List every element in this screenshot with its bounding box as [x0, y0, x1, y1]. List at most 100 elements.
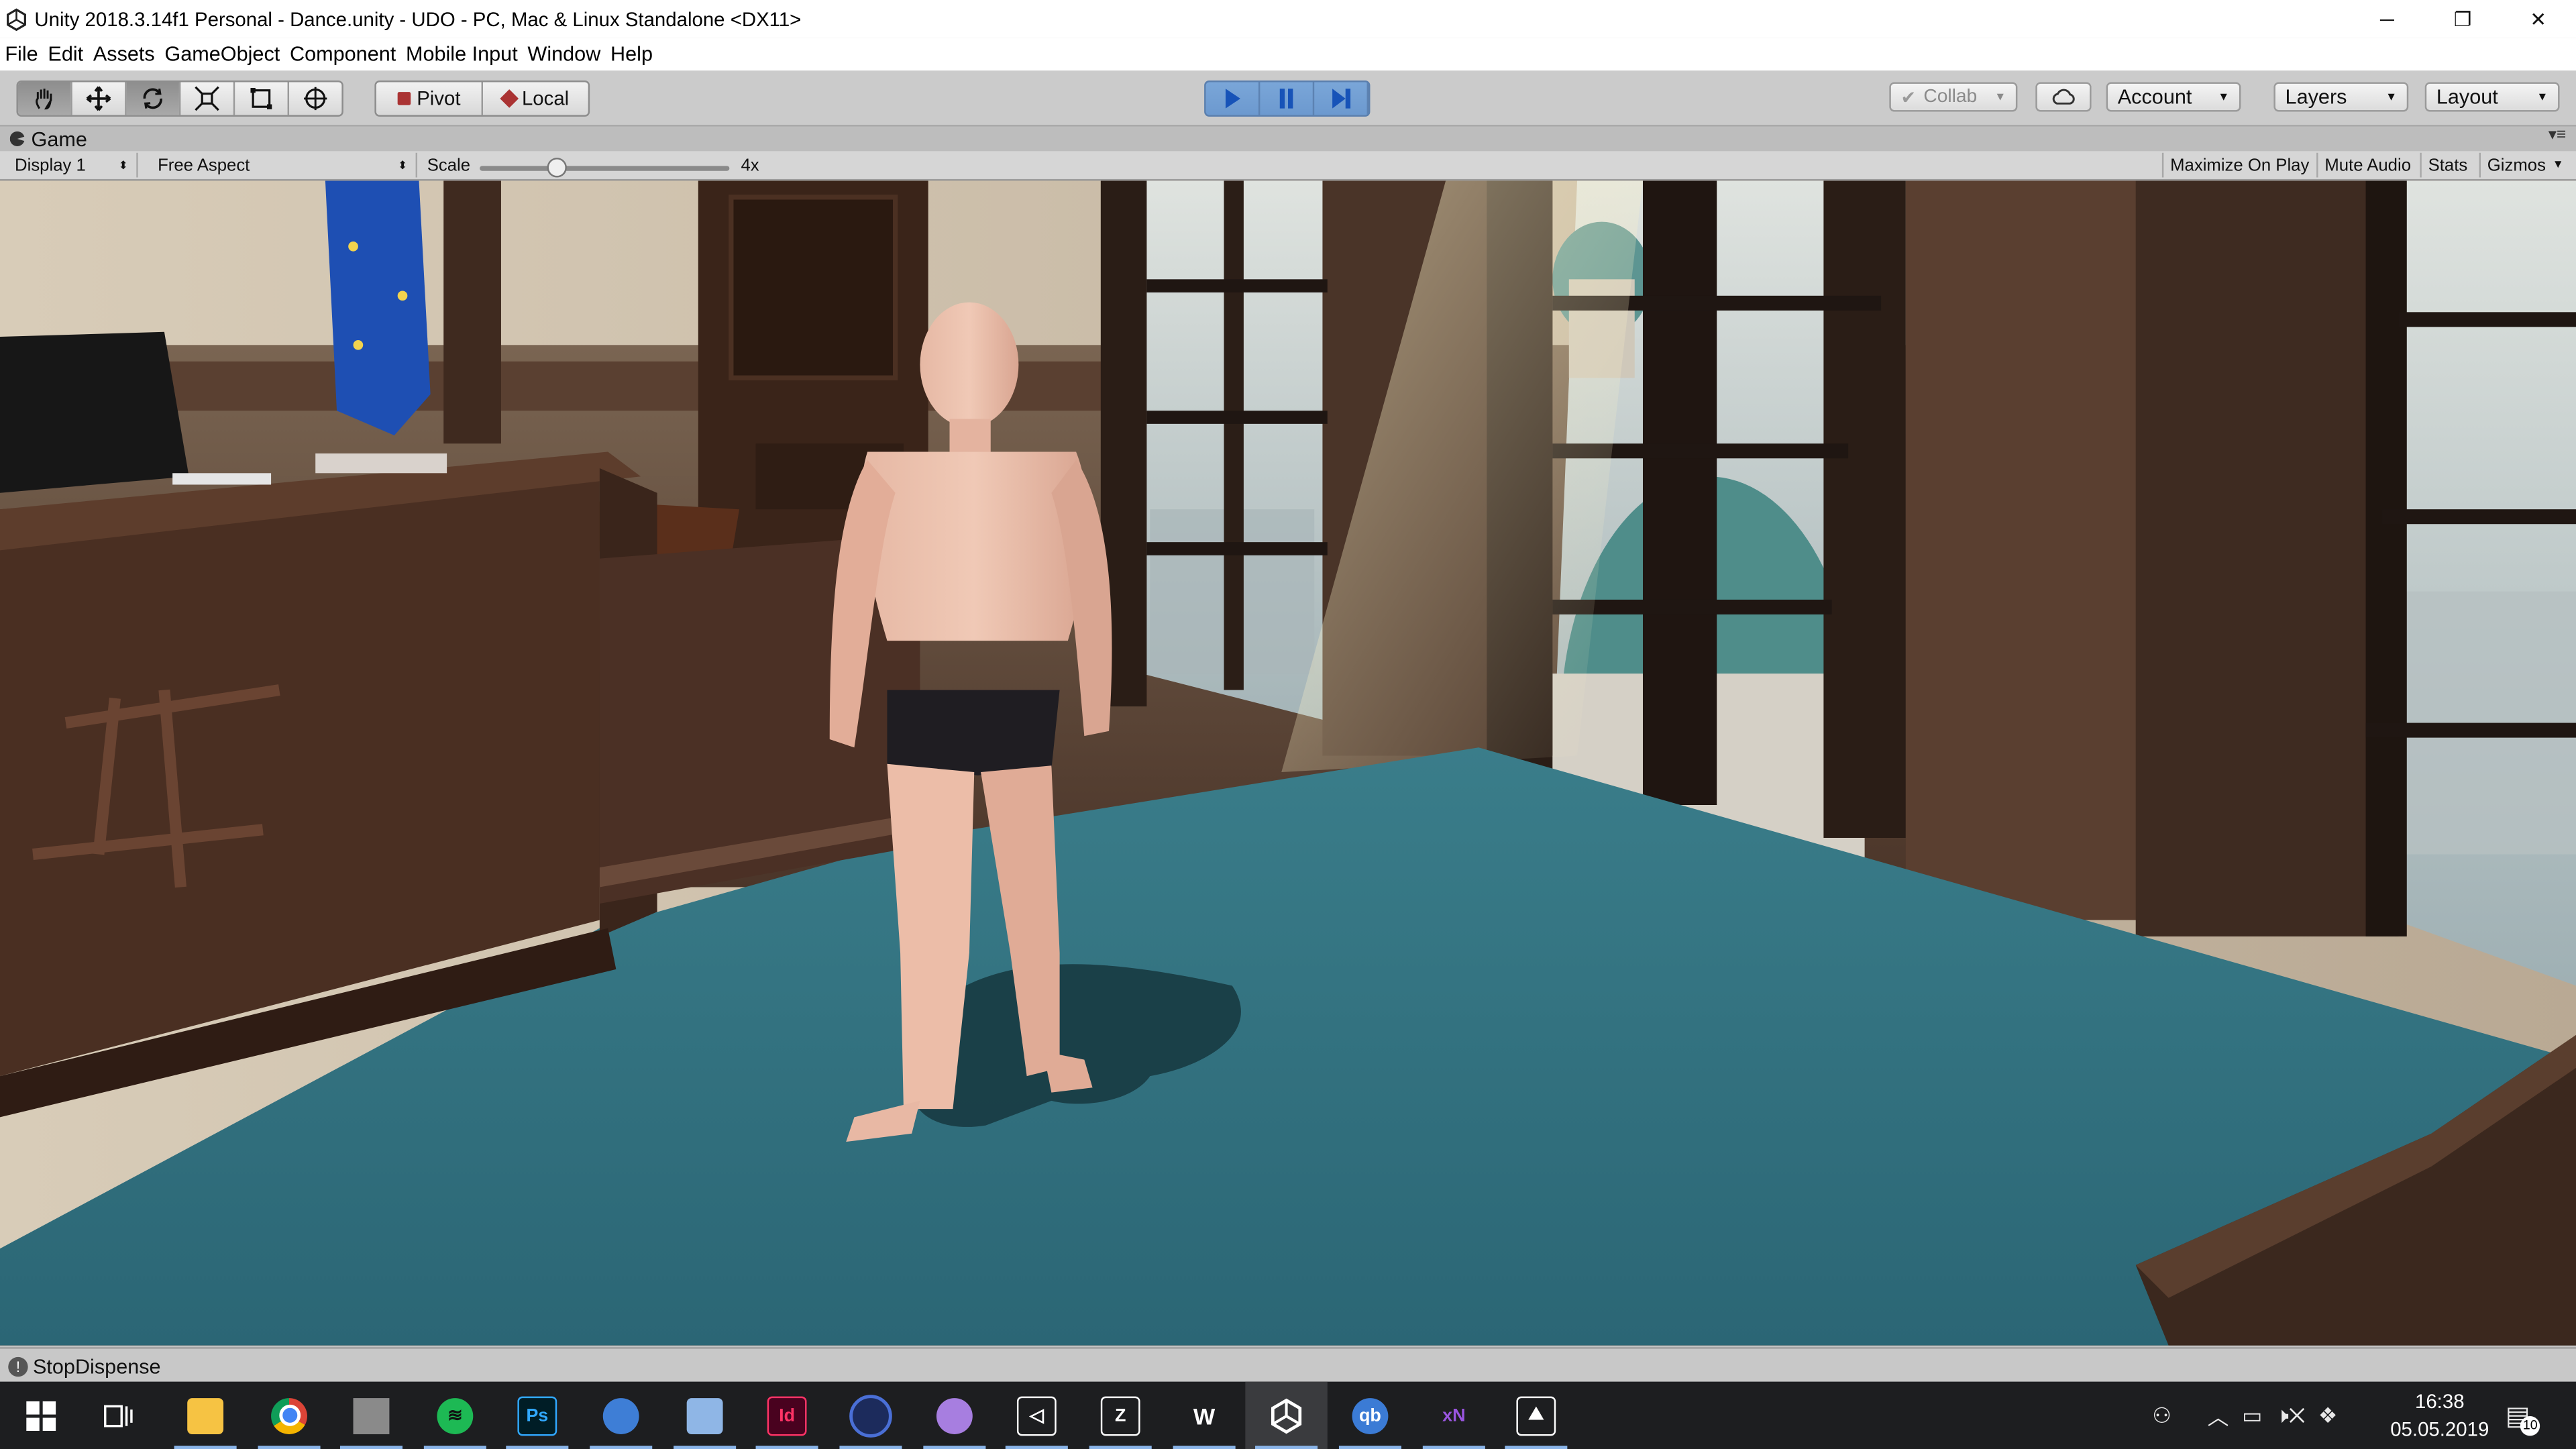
- layers-label: Layers: [2285, 85, 2347, 109]
- game-tab-bar: Game ▾≡: [0, 126, 2576, 152]
- dropbox-icon[interactable]: ❖: [2318, 1402, 2338, 1428]
- taskbar-file-explorer[interactable]: [164, 1382, 246, 1449]
- gizmos-dropdown[interactable]: Gizmos ▼: [2479, 152, 2571, 178]
- taskbar-thunderbird[interactable]: [580, 1382, 661, 1449]
- rotate-icon: [143, 88, 162, 109]
- scene-render: [0, 180, 2576, 1346]
- game-viewport[interactable]: [0, 180, 2576, 1346]
- restore-button[interactable]: ❐: [2425, 0, 2501, 38]
- taskbar-qbittorrent[interactable]: qb: [1329, 1382, 1411, 1449]
- chrome-icon: [271, 1397, 307, 1434]
- rect-icon: [250, 88, 272, 109]
- unity-logo-icon: [7, 7, 26, 31]
- scale-tool-button[interactable]: [180, 82, 235, 115]
- taskbar-cinema4d[interactable]: [830, 1382, 912, 1449]
- task-view-button[interactable]: [79, 1382, 161, 1449]
- taskbar-zbrush[interactable]: Z: [1079, 1382, 1161, 1449]
- account-label: Account: [2117, 85, 2192, 109]
- stats-toggle[interactable]: Stats: [2420, 152, 2474, 178]
- main-toolbar: Pivot Local ✔ Collab ▼ Account ▼ Layers …: [0, 70, 2576, 127]
- taskbar-network-app[interactable]: [663, 1382, 745, 1449]
- menu-edit[interactable]: Edit: [43, 43, 88, 66]
- hand-tool-button[interactable]: [17, 82, 72, 115]
- indesign-icon: Id: [767, 1395, 807, 1436]
- taskbar-spotify[interactable]: ≋: [414, 1382, 496, 1449]
- file-explorer-icon: [187, 1397, 224, 1434]
- cloud-button[interactable]: [2035, 82, 2092, 112]
- step-button[interactable]: [1314, 82, 1369, 115]
- menu-mobile-input[interactable]: Mobile Input: [401, 43, 523, 66]
- rotate-tool-button[interactable]: [126, 82, 181, 115]
- taskbar-indesign[interactable]: Id: [746, 1382, 828, 1449]
- game-pacman-icon: [9, 131, 25, 146]
- menu-component[interactable]: Component: [285, 43, 401, 66]
- collab-dropdown[interactable]: ✔ Collab ▼: [1889, 82, 2018, 112]
- volume-muted-icon[interactable]: 🕨✕: [2275, 1402, 2305, 1428]
- pause-icon: [1279, 89, 1293, 109]
- aspect-select[interactable]: Free Aspect ⬍: [150, 152, 418, 178]
- unity-hub-icon: ◁: [1016, 1395, 1057, 1436]
- system-tray: ⚇ ︿ ▭ 🕨✕ ❖: [2152, 1382, 2337, 1449]
- taskbar-chrome[interactable]: [248, 1382, 330, 1449]
- taskbar-xnormal[interactable]: xN: [1413, 1382, 1495, 1449]
- transform-tool-button[interactable]: [289, 82, 341, 115]
- display-label: Display 1: [15, 155, 86, 175]
- pivot-icon: [396, 92, 411, 105]
- pause-button[interactable]: [1260, 82, 1315, 115]
- aspect-label: Free Aspect: [158, 155, 250, 175]
- scale-slider-handle[interactable]: [547, 158, 567, 178]
- pivot-label: Pivot: [417, 87, 461, 111]
- pivot-button[interactable]: Pivot: [376, 82, 484, 115]
- gizmos-label: Gizmos: [2487, 155, 2546, 175]
- qbittorrent-icon: qb: [1352, 1397, 1389, 1434]
- local-button[interactable]: Local: [483, 82, 588, 115]
- display-select[interactable]: Display 1 ⬍: [7, 152, 138, 178]
- account-dropdown[interactable]: Account ▼: [2106, 82, 2241, 112]
- title-bar: Unity 2018.3.14f1 Personal - Dance.unity…: [0, 0, 2576, 38]
- unity-editor-window: Unity 2018.3.14f1 Personal - Dance.unity…: [0, 0, 2576, 1449]
- menu-window[interactable]: Window: [523, 43, 606, 66]
- menu-help[interactable]: Help: [606, 43, 658, 66]
- play-button[interactable]: [1206, 82, 1260, 115]
- tab-game[interactable]: Game: [9, 127, 87, 152]
- network-app-icon: [686, 1397, 723, 1434]
- taskbar-wacom[interactable]: W: [1163, 1382, 1245, 1449]
- status-message[interactable]: StopDispense: [33, 1354, 161, 1377]
- taskbar-photoshop[interactable]: Ps: [496, 1382, 578, 1449]
- taskbar-photos[interactable]: ⛰: [1495, 1382, 1577, 1449]
- unity-icon: [1271, 1397, 1302, 1434]
- maximize-on-play-toggle[interactable]: Maximize On Play: [2161, 152, 2316, 178]
- clock[interactable]: 16:38 05.05.2019: [2381, 1388, 2499, 1444]
- people-icon[interactable]: ⚇: [2152, 1402, 2171, 1428]
- game-tab-label: Game: [31, 127, 87, 151]
- action-center-button[interactable]: ▤ 10: [2506, 1382, 2540, 1449]
- windows-taskbar: ≋ Ps Id ◁ Z W qb xN ⛰ ⚇ ︿ ▭ 🕨✕ ❖ 16:38 0…: [0, 1381, 2576, 1449]
- step-icon: [1332, 89, 1351, 109]
- clock-time: 16:38: [2414, 1389, 2465, 1413]
- start-button[interactable]: [0, 1382, 82, 1449]
- layout-dropdown[interactable]: Layout ▼: [2424, 82, 2560, 112]
- minimize-button[interactable]: ─: [2349, 0, 2425, 38]
- chevron-up-icon[interactable]: ︿: [2208, 1400, 2229, 1432]
- layers-dropdown[interactable]: Layers ▼: [2273, 82, 2409, 112]
- photos-icon: ⛰: [1516, 1395, 1556, 1436]
- transform-icon: [304, 87, 327, 111]
- updown-icon: ⬍: [118, 160, 129, 172]
- taskbar-github[interactable]: [914, 1382, 996, 1449]
- transform-tools: [16, 80, 343, 117]
- mute-audio-toggle[interactable]: Mute Audio: [2316, 152, 2418, 178]
- move-tool-button[interactable]: [72, 82, 127, 115]
- menu-assets[interactable]: Assets: [89, 43, 160, 66]
- taskbar-unity-hub[interactable]: ◁: [996, 1382, 1077, 1449]
- tab-menu-icon[interactable]: ▾≡: [2548, 127, 2567, 145]
- rect-tool-button[interactable]: [235, 82, 290, 115]
- scale-slider-track[interactable]: [480, 166, 730, 171]
- info-icon: !: [8, 1356, 28, 1377]
- taskbar-blank-app[interactable]: [330, 1382, 412, 1449]
- close-button[interactable]: ✕: [2500, 0, 2576, 38]
- stats-label: Stats: [2428, 155, 2468, 175]
- menu-gameobject[interactable]: GameObject: [160, 43, 285, 66]
- network-icon[interactable]: ▭: [2242, 1402, 2262, 1428]
- menu-file[interactable]: File: [0, 43, 43, 66]
- taskbar-unity[interactable]: [1245, 1381, 1328, 1449]
